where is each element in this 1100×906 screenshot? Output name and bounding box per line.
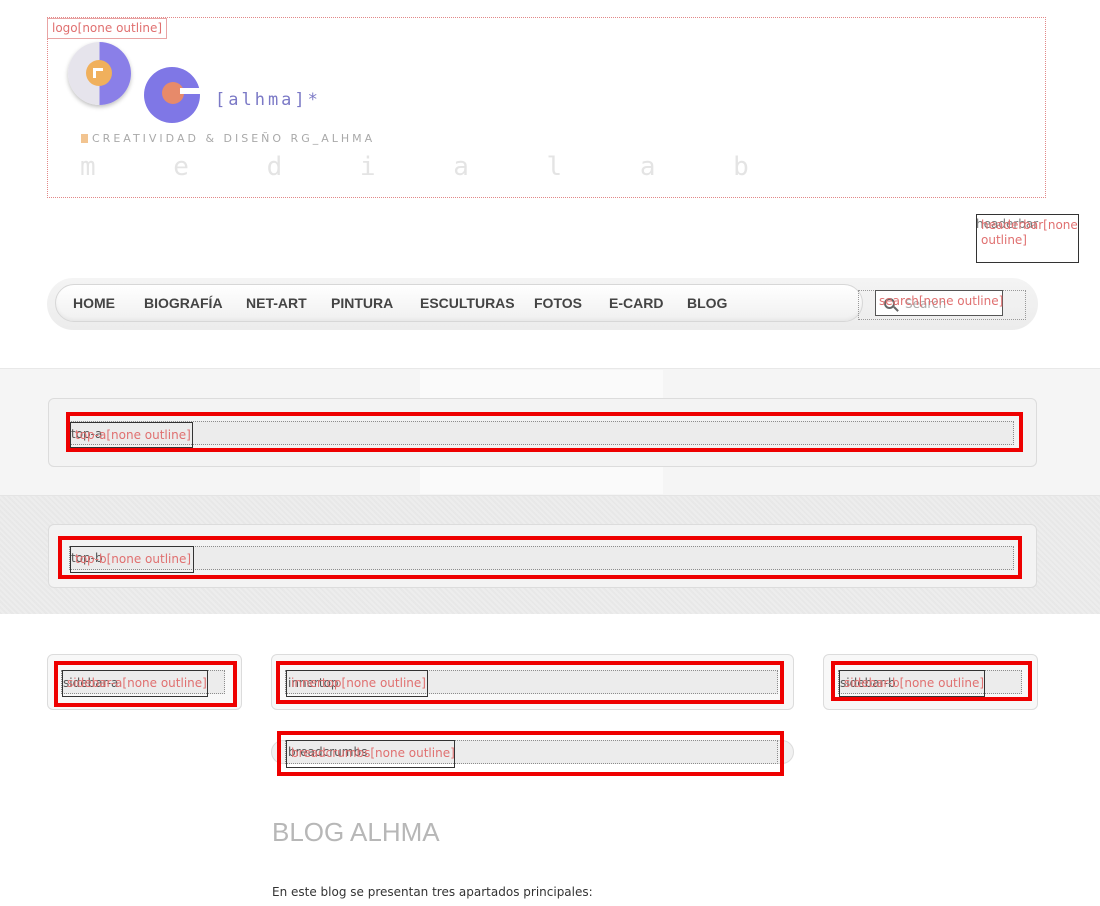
logo-circle-small-bar	[180, 88, 200, 94]
nav-item-esculturas[interactable]: ESCULTURAS	[420, 295, 515, 311]
logo-corner-mark-icon	[93, 68, 103, 78]
tagline-marker	[81, 134, 88, 143]
nav-item-fotos[interactable]: FOTOS	[534, 295, 582, 311]
logo-brand-text[interactable]: [alhma]*	[215, 90, 321, 110]
headerbar-debug-label: headerbar[none outline]	[976, 214, 1079, 263]
breadcrumbs-outline	[277, 731, 784, 776]
nav-item-blog[interactable]: BLOG	[687, 295, 727, 311]
logo-debug-label: logo[none outline]	[47, 18, 168, 39]
sidebar-b-outline	[831, 661, 1032, 701]
top-a-outline	[66, 412, 1023, 452]
nav-item-net-art[interactable]: NET-ART	[246, 295, 307, 311]
nav-item-biografia[interactable]: BIOGRAFÍA	[144, 295, 223, 311]
innertop-outline	[276, 661, 784, 704]
search-debug-label: search[none outline]	[879, 294, 1004, 308]
nav-item-home[interactable]: HOME	[73, 295, 115, 311]
nav-item-pintura[interactable]: PINTURA	[331, 295, 393, 311]
sidebar-a-outline	[54, 661, 237, 707]
logo-wordmark: m e d i a l a b	[80, 152, 780, 182]
top-b-outline	[58, 536, 1022, 579]
page-title: BLOG ALHMA	[272, 817, 440, 847]
logo-tagline: CREATIVIDAD & DISEÑO RG_ALHMA	[92, 132, 376, 145]
nav-item-e-card[interactable]: E-CARD	[609, 295, 663, 311]
blog-intro-text: En este blog se presentan tres apartados…	[272, 885, 593, 899]
